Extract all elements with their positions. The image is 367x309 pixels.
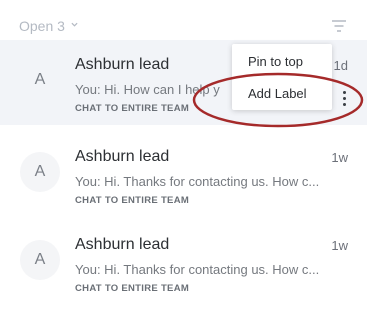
conversation-preview: You: Hi. Thanks for contacting us. How c… [75, 174, 320, 189]
open-filter-dropdown[interactable]: Open 3 [19, 18, 78, 34]
conversation-item[interactable]: A Ashburn lead 1w You: Hi. Thanks for co… [0, 132, 367, 217]
more-options-icon[interactable] [338, 88, 350, 114]
open-filter-label: Open 3 [19, 18, 65, 34]
menu-item-pin-to-top[interactable]: Pin to top [248, 54, 303, 69]
avatar: A [20, 152, 60, 192]
context-menu: Pin to top Add Label [232, 44, 332, 110]
conversation-name: Ashburn lead [75, 148, 170, 165]
filter-icon[interactable] [332, 20, 346, 32]
conversation-time: 1d [333, 58, 348, 73]
conversation-team: CHAT TO ENTIRE TEAM [75, 195, 190, 206]
conversation-time: 1w [331, 150, 348, 165]
conversation-name: Ashburn lead [75, 236, 170, 253]
chevron-down-icon [71, 22, 78, 27]
conversation-item[interactable]: A Ashburn lead 1w You: Hi. Thanks for co… [0, 220, 367, 305]
conversation-preview: You: Hi. Thanks for contacting us. How c… [75, 262, 320, 277]
conversation-team: CHAT TO ENTIRE TEAM [75, 283, 190, 294]
conversation-team: CHAT TO ENTIRE TEAM [75, 103, 190, 114]
conversation-time: 1w [331, 238, 348, 253]
avatar: A [20, 240, 60, 280]
conversation-name: Ashburn lead [75, 56, 170, 73]
avatar: A [20, 60, 60, 100]
menu-item-add-label[interactable]: Add Label [248, 86, 307, 101]
